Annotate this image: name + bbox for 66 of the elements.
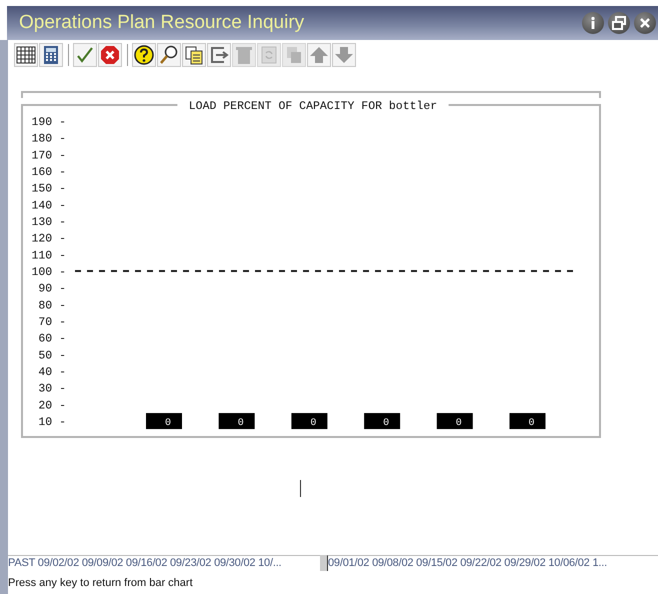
calculator-icon (41, 45, 61, 65)
value-label: 0 (310, 418, 316, 430)
down-button[interactable] (332, 43, 356, 67)
close-icon (639, 17, 651, 29)
info-button[interactable] (582, 12, 604, 34)
axis-label: 190 - (31, 116, 66, 129)
value-block (364, 413, 400, 430)
help-icon (134, 45, 154, 65)
axis-label: 170 - (31, 149, 66, 162)
splitter-handle[interactable] (320, 555, 327, 571)
copy-button[interactable] (182, 43, 206, 67)
document-icon (184, 45, 204, 65)
value-label: 0 (238, 418, 244, 430)
grid-icon (16, 45, 36, 65)
check-button[interactable] (73, 43, 97, 67)
axis-label: 90 - (38, 282, 66, 296)
search-icon (159, 45, 179, 65)
calculator-button[interactable] (39, 43, 63, 67)
up-arrow-icon (309, 45, 329, 65)
exit-icon (209, 45, 229, 65)
axis-label: 80 - (38, 299, 66, 312)
axis-label: 70 - (38, 316, 66, 330)
value-block (291, 413, 328, 430)
checkmark-icon (75, 45, 95, 65)
exit-button[interactable] (207, 43, 231, 67)
value-label: 0 (456, 418, 462, 430)
axis-label: 100 - (31, 266, 66, 280)
value-block (436, 413, 473, 430)
axis-label: 180 - (31, 132, 66, 146)
value-block (218, 413, 255, 430)
text-cursor (300, 480, 301, 497)
stop-button[interactable] (98, 43, 122, 67)
axis-label: 20 - (38, 399, 66, 412)
stop-icon (100, 45, 120, 65)
up-button[interactable] (307, 43, 331, 67)
trash-icon (234, 45, 254, 65)
restore-icon (612, 16, 626, 30)
value-label: 0 (528, 418, 534, 430)
help-button[interactable] (132, 43, 156, 67)
axis-label: 60 - (38, 332, 66, 346)
value-label: 0 (165, 418, 171, 430)
axis-label: 160 - (31, 166, 66, 179)
axis-label: 40 - (38, 366, 66, 380)
date-strip: 09/01/02 09/08/02 09/15/02 09/22/02 09/29/02 10/06/02 1... (327, 555, 658, 571)
axis-label: 120 - (31, 232, 66, 246)
axis-label: 10 - (38, 416, 66, 430)
value-block (146, 413, 182, 430)
axis-label: 30 - (38, 382, 66, 396)
axis-label: 130 - (31, 216, 66, 230)
axis-label: 150 - (31, 182, 66, 196)
down-arrow-icon (334, 45, 354, 65)
restore-button[interactable] (608, 12, 630, 34)
value-block (510, 413, 546, 430)
status-message: Press any key to return from bar chart (8, 577, 194, 589)
axis-label: 50 - (38, 349, 66, 362)
axis-label: 110 - (31, 249, 66, 262)
pages-icon (284, 45, 304, 65)
date-strip: PAST 09/02/02 09/09/02 09/16/02 09/23/02 09/30/02 10/... (8, 555, 320, 571)
window-title: Operations Plan Resource Inquiry (18, 12, 304, 34)
calendar-button[interactable] (14, 43, 38, 67)
axis-label: 140 - (31, 199, 66, 212)
refresh-icon (259, 45, 279, 65)
search-button[interactable] (157, 43, 181, 67)
chart-title: LOAD PERCENT OF CAPACITY FOR bottler (188, 100, 438, 113)
close-button[interactable] (634, 12, 656, 34)
value-label: 0 (383, 418, 390, 430)
